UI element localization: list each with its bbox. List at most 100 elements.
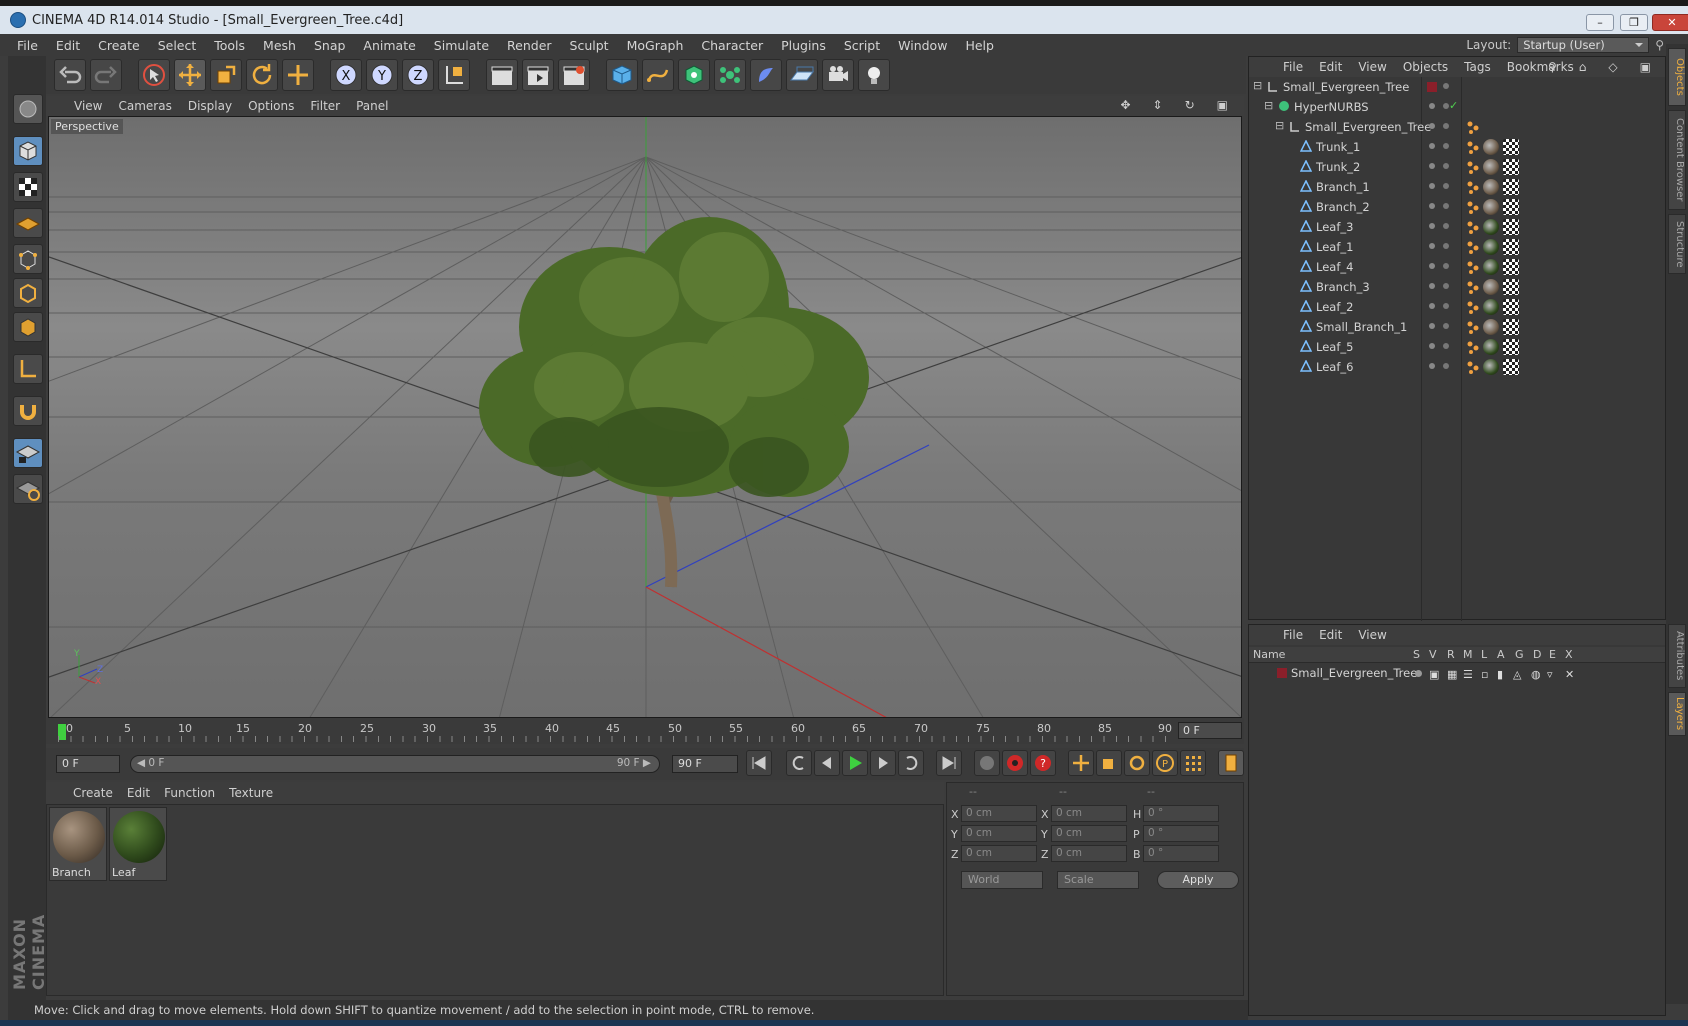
magnet-icon[interactable] bbox=[13, 396, 43, 426]
record-keys-off-icon[interactable] bbox=[974, 750, 1000, 776]
size-mode-dropdown[interactable]: Scale bbox=[1057, 871, 1139, 889]
uvw-tag-icon[interactable] bbox=[1503, 239, 1519, 255]
material-tag-icon[interactable] bbox=[1483, 199, 1499, 215]
camera-icon[interactable] bbox=[822, 59, 854, 91]
render-visibility-dot[interactable] bbox=[1443, 123, 1449, 129]
perspective-viewport[interactable]: Perspective Y Z X bbox=[48, 116, 1242, 718]
render-visibility-dot[interactable] bbox=[1443, 283, 1449, 289]
phong-tag-icon[interactable] bbox=[1465, 179, 1481, 195]
layer-color-swatch[interactable] bbox=[1277, 668, 1287, 678]
editor-visibility-dot[interactable] bbox=[1429, 343, 1435, 349]
phong-tag-icon[interactable] bbox=[1465, 359, 1481, 375]
editor-visibility-dot[interactable] bbox=[1429, 263, 1435, 269]
editor-visibility-dot[interactable] bbox=[1429, 323, 1435, 329]
render-visibility-dot[interactable] bbox=[1443, 303, 1449, 309]
grid-snap-icon[interactable] bbox=[13, 474, 43, 504]
phong-tag-icon[interactable] bbox=[1465, 339, 1481, 355]
phong-tag-icon[interactable] bbox=[1465, 279, 1481, 295]
render-visibility-dot[interactable] bbox=[1443, 203, 1449, 209]
menu-window[interactable]: Window bbox=[898, 38, 947, 53]
viewport-move-icon[interactable]: ✥ bbox=[1120, 98, 1130, 112]
objects-menu-view[interactable]: View bbox=[1358, 60, 1386, 74]
autokeying-icon[interactable]: ? bbox=[1030, 750, 1056, 776]
expand-toggle-icon[interactable]: ⊟ bbox=[1275, 119, 1284, 132]
y-axis-lock-icon[interactable]: Y bbox=[366, 59, 398, 91]
new-window-icon[interactable]: ▣ bbox=[1640, 60, 1651, 74]
phong-tag-icon[interactable] bbox=[1465, 239, 1481, 255]
editor-visibility-dot[interactable] bbox=[1429, 303, 1435, 309]
home-icon[interactable]: ⌂ bbox=[1579, 60, 1587, 74]
play-forward-icon[interactable] bbox=[842, 750, 868, 776]
object-row[interactable]: Branch_2 bbox=[1249, 197, 1665, 217]
uvw-tag-icon[interactable] bbox=[1503, 179, 1519, 195]
render-visibility-dot[interactable] bbox=[1443, 243, 1449, 249]
editor-visibility-dot[interactable] bbox=[1429, 143, 1435, 149]
material-tag-icon[interactable] bbox=[1483, 299, 1499, 315]
end-frame-field[interactable]: 90 F bbox=[672, 755, 738, 773]
rotation-p-field[interactable]: 0 ° bbox=[1143, 825, 1219, 842]
phong-tag-icon[interactable] bbox=[1465, 199, 1481, 215]
position-y-field[interactable]: 0 cm bbox=[961, 825, 1037, 842]
render-visibility-dot[interactable] bbox=[1443, 183, 1449, 189]
light-icon[interactable] bbox=[858, 59, 890, 91]
render-visibility-dot[interactable] bbox=[1443, 363, 1449, 369]
material-tag-icon[interactable] bbox=[1483, 359, 1499, 375]
layer-lock-icon[interactable]: ▫ bbox=[1481, 668, 1488, 681]
position-z-field[interactable]: 0 cm bbox=[961, 845, 1037, 862]
phong-tag-icon[interactable] bbox=[1465, 159, 1481, 175]
uvw-tag-icon[interactable] bbox=[1503, 299, 1519, 315]
rotation-b-field[interactable]: 0 ° bbox=[1143, 845, 1219, 862]
layer-render-icon[interactable]: ▦ bbox=[1447, 668, 1457, 681]
viewport-rotate-icon[interactable]: ↻ bbox=[1185, 98, 1195, 112]
layer-row[interactable]: Small_Evergreen_Tree ▣ ▦ ☰ ▫ ▮ ◬ ◍ ▿ ✕ bbox=[1249, 665, 1665, 683]
render-visibility-dot[interactable] bbox=[1443, 223, 1449, 229]
apply-button[interactable]: Apply bbox=[1157, 871, 1239, 889]
move-tool-icon[interactable] bbox=[174, 59, 206, 91]
objects-menu-tags[interactable]: Tags bbox=[1464, 60, 1491, 74]
object-row[interactable]: Small_Branch_1 bbox=[1249, 317, 1665, 337]
uvw-tag-icon[interactable] bbox=[1503, 199, 1519, 215]
material-tag-icon[interactable] bbox=[1483, 159, 1499, 175]
coordinate-space-dropdown[interactable]: World bbox=[961, 871, 1043, 889]
rotation-h-field[interactable]: 0 ° bbox=[1143, 805, 1219, 822]
menu-create[interactable]: Create bbox=[98, 38, 140, 53]
recent-tool-icon[interactable] bbox=[282, 59, 314, 91]
expand-toggle-icon[interactable]: ⊟ bbox=[1253, 79, 1262, 92]
workplane-icon[interactable] bbox=[13, 208, 43, 238]
x-axis-lock-icon[interactable]: X bbox=[330, 59, 362, 91]
tab-layers[interactable]: Layers bbox=[1668, 692, 1686, 736]
render-settings-icon[interactable] bbox=[558, 59, 590, 91]
material-branch[interactable]: Branch bbox=[49, 807, 107, 881]
array-icon[interactable] bbox=[714, 59, 746, 91]
object-row[interactable]: Branch_3 bbox=[1249, 277, 1665, 297]
object-row[interactable]: Leaf_3 bbox=[1249, 217, 1665, 237]
render-visibility-dot[interactable] bbox=[1443, 163, 1449, 169]
restore-button[interactable]: ❐ bbox=[1620, 14, 1648, 31]
rotate-tool-icon[interactable] bbox=[246, 59, 278, 91]
size-y-field[interactable]: 0 cm bbox=[1051, 825, 1127, 842]
start-frame-field[interactable]: 0 F bbox=[56, 755, 120, 773]
phong-tag-icon[interactable] bbox=[1465, 139, 1481, 155]
layer-generator-icon[interactable]: ◬ bbox=[1513, 668, 1521, 681]
uvw-tag-icon[interactable] bbox=[1503, 139, 1519, 155]
layers-menu-edit[interactable]: Edit bbox=[1319, 628, 1342, 642]
spline-pen-icon[interactable] bbox=[642, 59, 674, 91]
editor-visibility-dot[interactable] bbox=[1429, 203, 1435, 209]
scale-tool-icon[interactable] bbox=[210, 59, 242, 91]
uvw-tag-icon[interactable] bbox=[1503, 159, 1519, 175]
viewport-menu-view[interactable]: View bbox=[74, 99, 102, 113]
expand-toggle-icon[interactable]: ⊟ bbox=[1264, 99, 1273, 112]
timeline-window-icon[interactable] bbox=[1218, 750, 1244, 776]
next-frame-icon[interactable] bbox=[870, 750, 896, 776]
phong-tag-icon[interactable] bbox=[1465, 119, 1481, 135]
record-active-icon[interactable] bbox=[1002, 750, 1028, 776]
object-row[interactable]: ⊟ Small_Evergreen_Tree bbox=[1249, 77, 1665, 97]
layout-dropdown[interactable]: Startup (User) bbox=[1517, 37, 1650, 53]
undo-icon[interactable] bbox=[54, 59, 86, 91]
object-row[interactable]: ⊟ Small_Evergreen_Tree bbox=[1249, 117, 1665, 137]
material-tag-icon[interactable] bbox=[1483, 239, 1499, 255]
material-menu-function[interactable]: Function bbox=[164, 786, 215, 800]
search-icon[interactable]: ⚲ bbox=[1655, 38, 1664, 52]
menu-file[interactable]: File bbox=[17, 38, 38, 53]
layers-menu-view[interactable]: View bbox=[1358, 628, 1386, 642]
